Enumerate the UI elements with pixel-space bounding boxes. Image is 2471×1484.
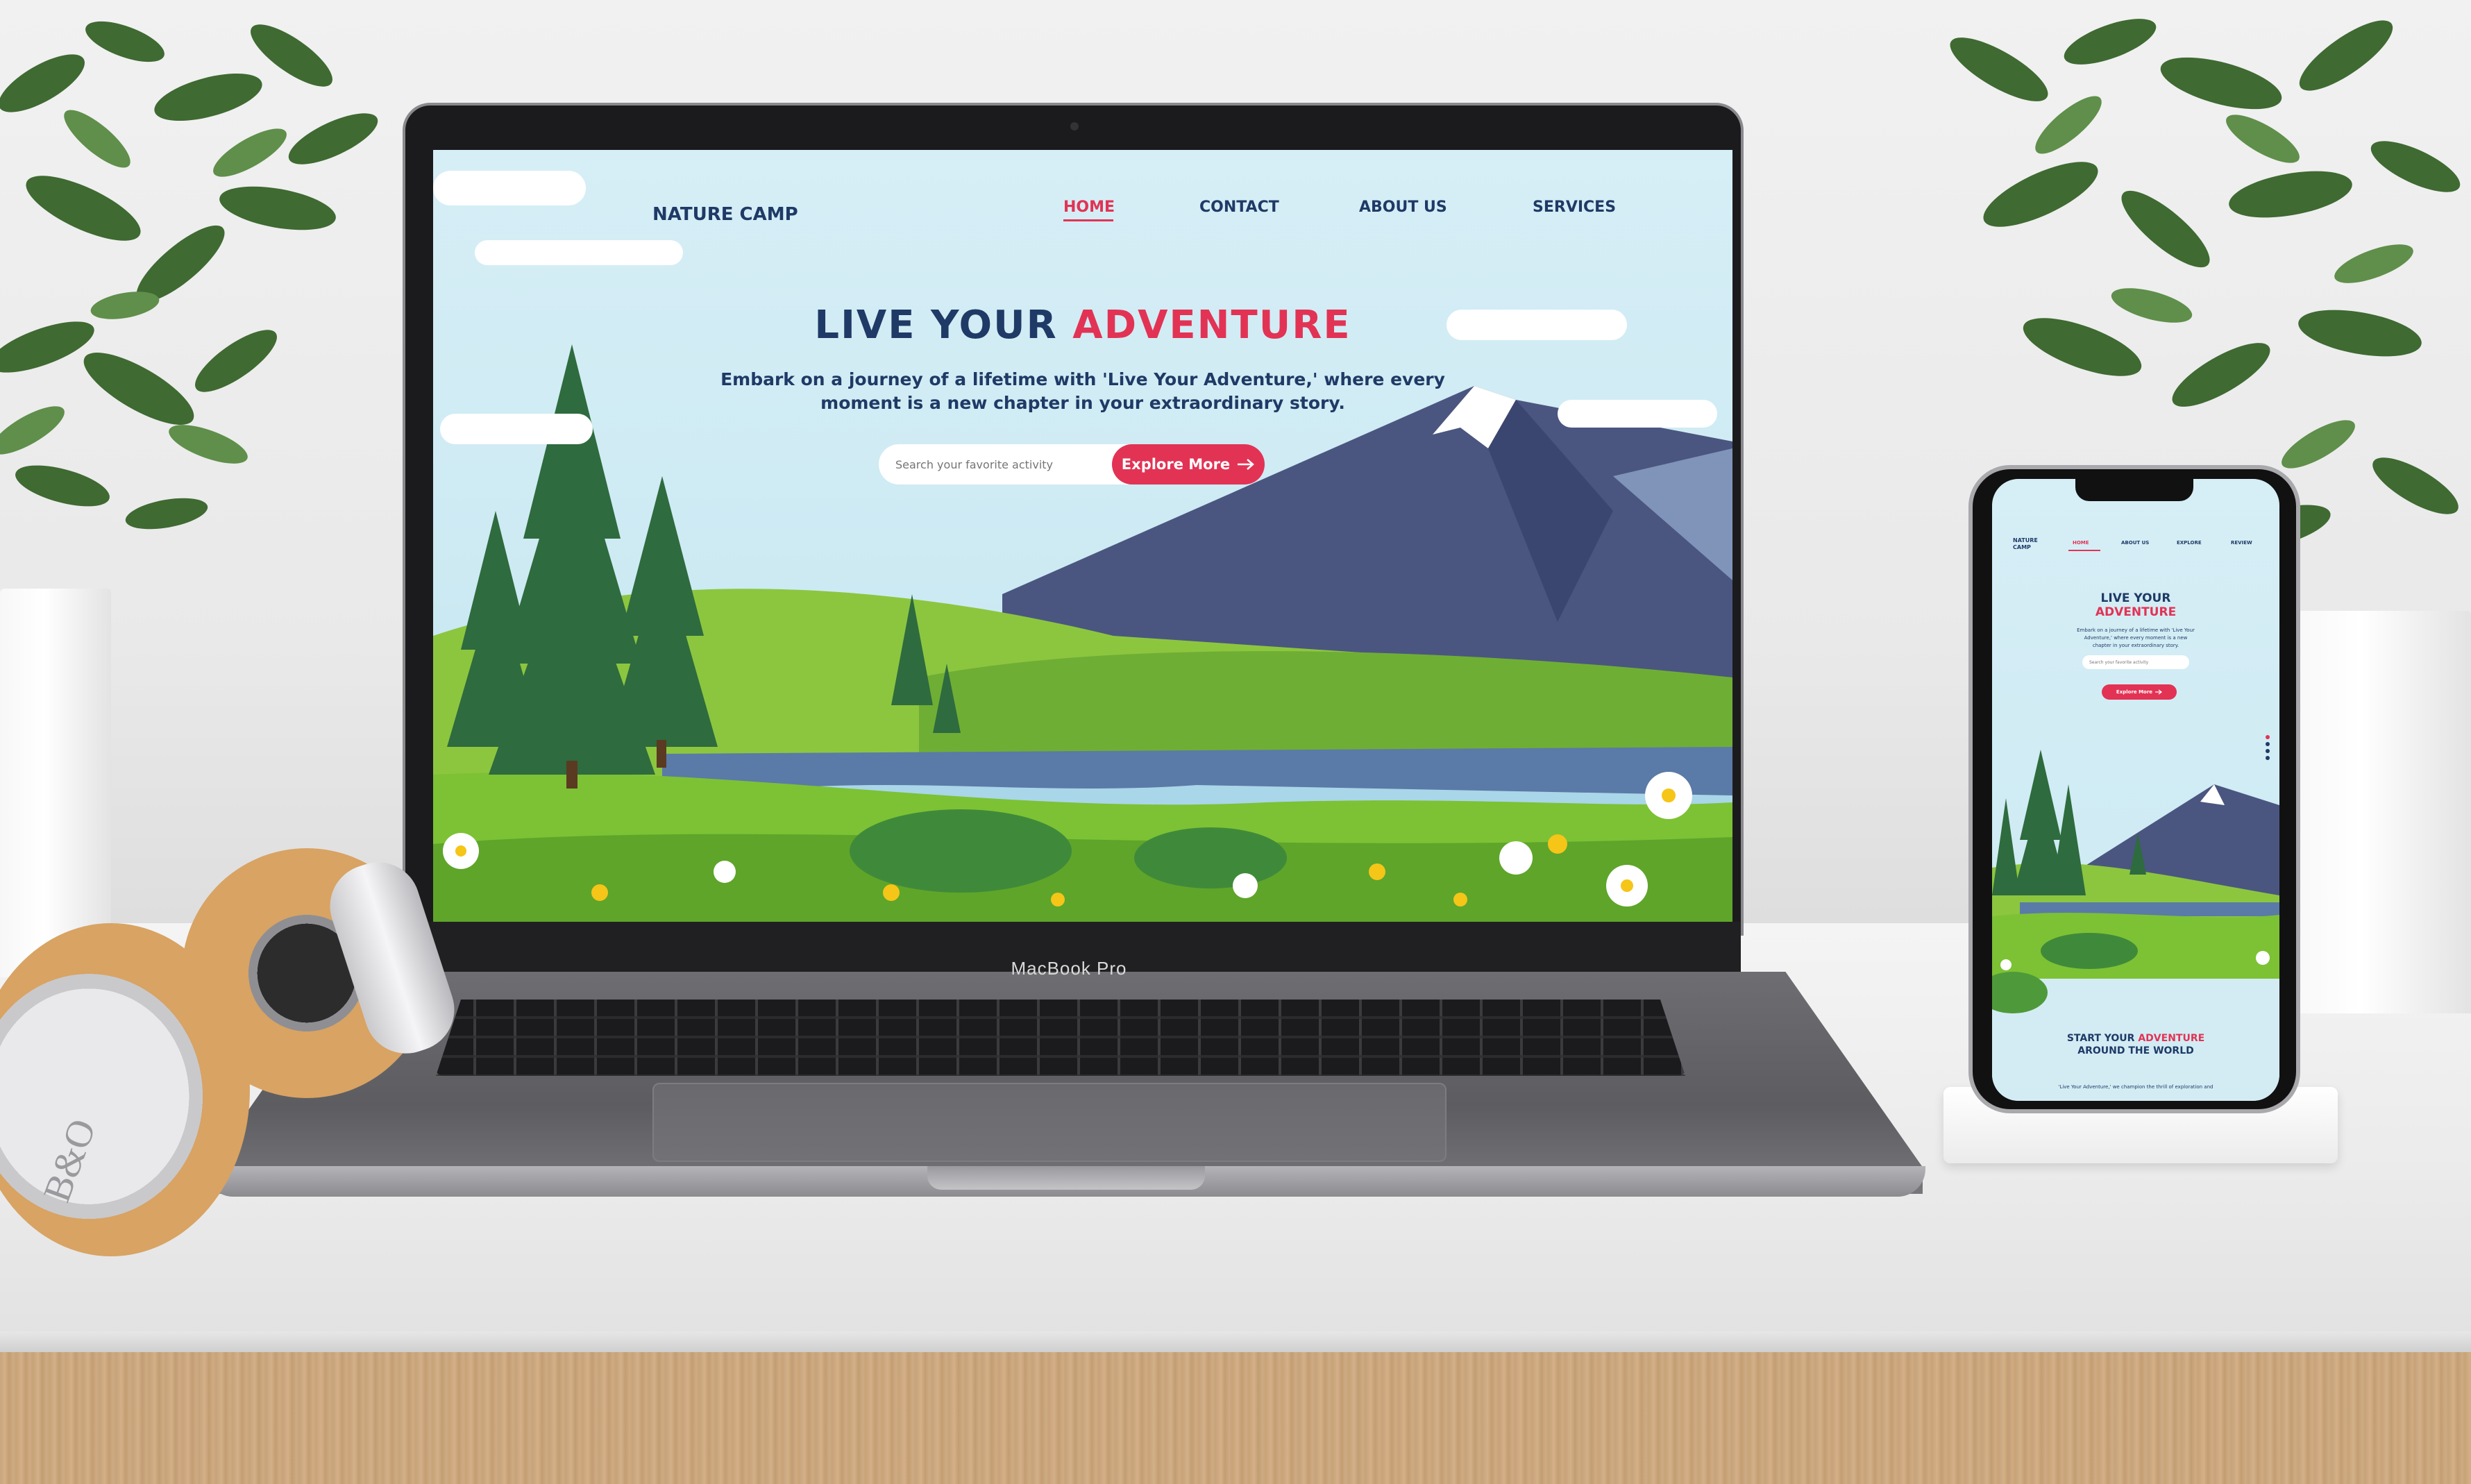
cloud xyxy=(440,414,593,444)
slider-dot[interactable] xyxy=(2266,742,2270,746)
cloud xyxy=(475,240,683,265)
phone-site-logo-line1[interactable]: NATURE xyxy=(2013,537,2038,543)
phone-notch xyxy=(2075,479,2193,501)
wood-shelf xyxy=(0,1352,2471,1484)
phone-nav-explore[interactable]: EXPLORE xyxy=(2177,540,2202,546)
laptop-trackpad[interactable] xyxy=(652,1083,1447,1162)
laptop-brand-label: MacBook Pro xyxy=(1011,958,1127,979)
hero-title-part2: ADVENTURE xyxy=(1072,303,1351,348)
phone-slider-dots[interactable] xyxy=(2266,732,2272,763)
slider-dot-active[interactable] xyxy=(2266,735,2270,739)
phone-hero-search-input[interactable] xyxy=(2082,655,2189,669)
phone-section2-title-part2: ADVENTURE xyxy=(2138,1033,2205,1044)
hero-title-part1: LIVE YOUR xyxy=(814,303,1058,348)
phone-section2-title-part1: START YOUR xyxy=(2066,1033,2135,1044)
phone-explore-more-label: Explore More xyxy=(2116,689,2153,695)
laptop-screen: NATURE CAMP HOME CONTACT ABOUT US SERVIC… xyxy=(433,150,1732,922)
arrow-right-icon xyxy=(1238,459,1255,470)
laptop-keyboard-rows xyxy=(436,1000,1685,1076)
nav-services[interactable]: SERVICES xyxy=(1533,199,1616,216)
slider-dot[interactable] xyxy=(2266,749,2270,753)
phone-hero-title-part2: ADVENTURE xyxy=(2095,605,2177,619)
phone-nav-review[interactable]: REVIEW xyxy=(2231,540,2252,546)
phone-hero-subtitle-line3: chapter in your extraordinary story. xyxy=(2092,643,2179,648)
phone-section2-body: 'Live Your Adventure,' we champion the t… xyxy=(2058,1084,2213,1090)
site-logo[interactable]: NATURE CAMP xyxy=(652,204,798,225)
hero-title: LIVE YOUR ADVENTURE xyxy=(433,303,1732,348)
nav-active-underline xyxy=(1063,219,1113,221)
phone-hero-title-part1: LIVE YOUR xyxy=(2100,591,2171,605)
phone-hero-subtitle-line1: Embark on a journey of a lifetime with '… xyxy=(2077,627,2195,633)
hero-search-input[interactable] xyxy=(879,444,1129,484)
phone-site-logo-line2[interactable]: CAMP xyxy=(2013,544,2031,550)
phone-section2-title-line1: START YOUR ADVENTURE xyxy=(1992,1033,2279,1044)
phone-hero-title-line2: ADVENTURE xyxy=(1992,605,2279,619)
phone-explore-more-button[interactable]: Explore More xyxy=(2102,684,2177,700)
phone-screen: NATURE CAMP HOME ABOUT US EXPLORE REVIEW… xyxy=(1992,479,2279,1101)
explore-more-label: Explore More xyxy=(1121,456,1231,473)
phone-nav-about-us[interactable]: ABOUT US xyxy=(2121,540,2149,546)
phone-hero-title-line1: LIVE YOUR xyxy=(1992,591,2279,605)
slider-dot[interactable] xyxy=(2266,756,2270,760)
left-pot xyxy=(0,589,111,977)
nav-about-us[interactable]: ABOUT US xyxy=(1359,199,1447,216)
phone-hero-subtitle-line2: Adventure,' where every moment is a new xyxy=(2084,635,2188,641)
right-pot xyxy=(2288,611,2471,1013)
hero-subtitle-line2: moment is a new chapter in your extraord… xyxy=(820,393,1345,413)
nav-home[interactable]: HOME xyxy=(1063,199,1115,216)
arrow-right-icon xyxy=(2155,689,2163,695)
explore-more-button[interactable]: Explore More xyxy=(1112,444,1265,484)
left-plant xyxy=(0,21,378,530)
phone-landscape-illustration xyxy=(1992,750,2279,1101)
laptop-camera xyxy=(1070,122,1079,130)
nav-contact[interactable]: CONTACT xyxy=(1199,199,1279,216)
phone-nav-active-underline xyxy=(2068,550,2100,551)
phone-section2-title-line2: AROUND THE WORLD xyxy=(1992,1045,2279,1056)
cloud xyxy=(433,171,586,205)
desk-edge xyxy=(0,1331,2471,1352)
landscape-illustration xyxy=(433,344,1732,922)
phone-section2-title-line2-text: AROUND THE WORLD xyxy=(2077,1045,2194,1056)
laptop-open-notch xyxy=(927,1166,1205,1190)
hero-subtitle-line1: Embark on a journey of a lifetime with '… xyxy=(720,369,1445,389)
phone-nav-home[interactable]: HOME xyxy=(2073,540,2089,546)
